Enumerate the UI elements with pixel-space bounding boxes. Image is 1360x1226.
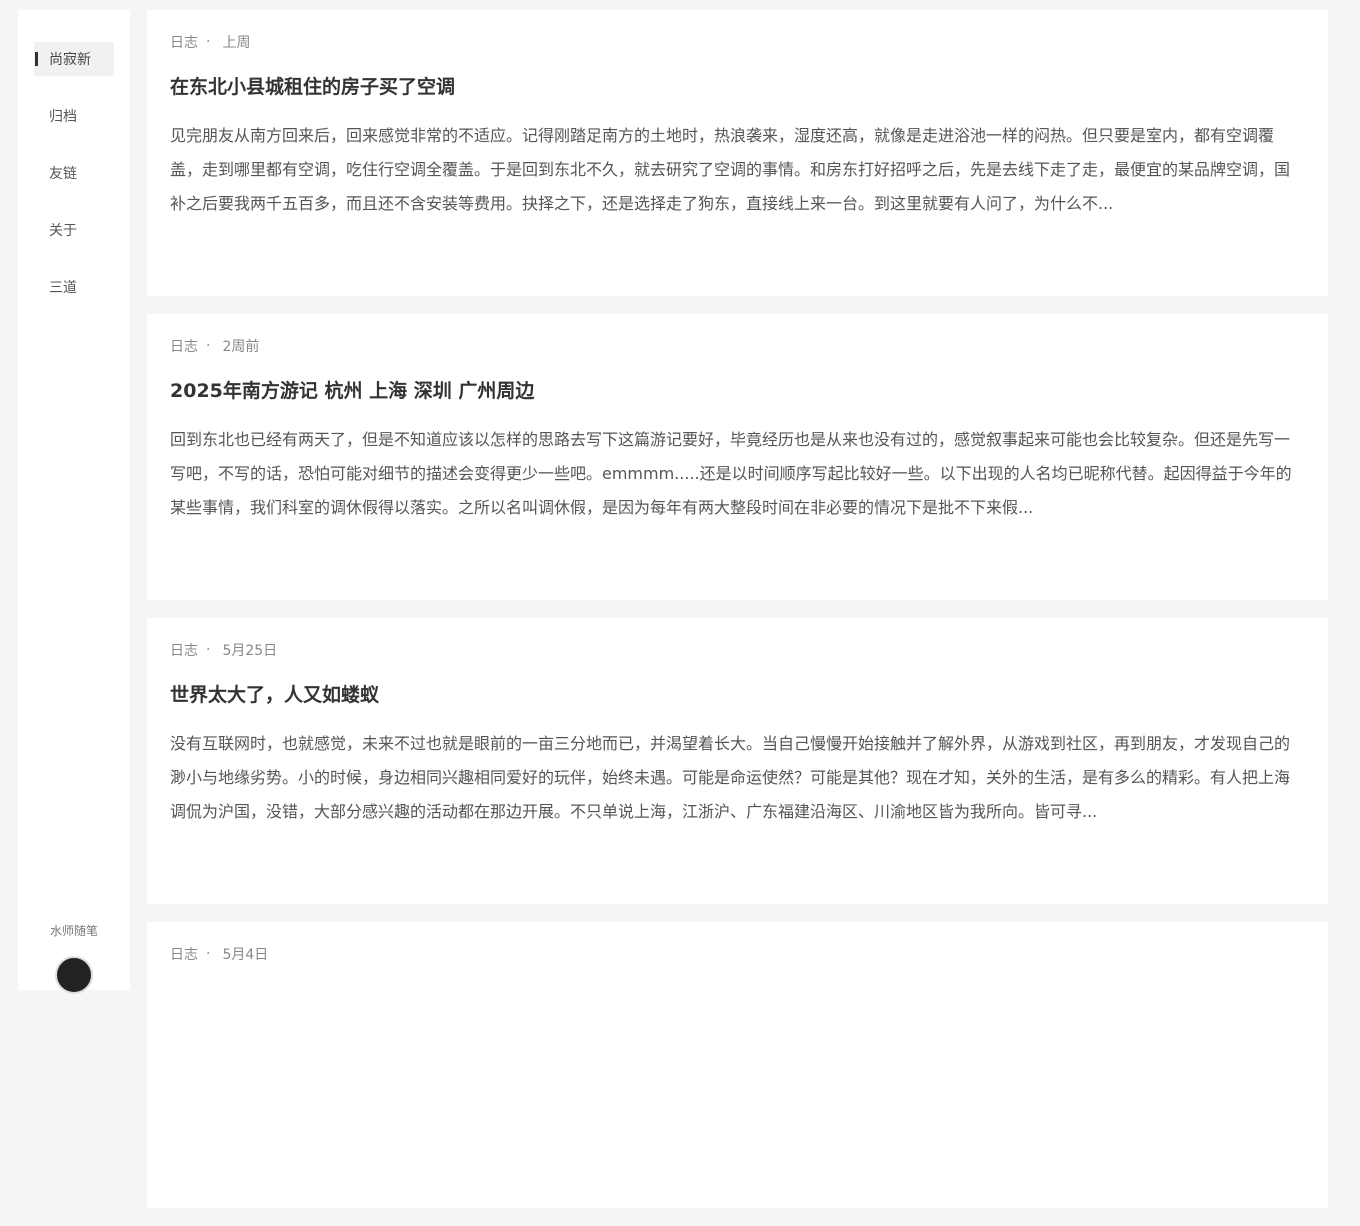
sidebar-item-archive[interactable]: 归档 <box>34 99 114 133</box>
sidebar-nav: 尚寂新 归档 友链 关于 三道 <box>34 42 114 327</box>
post-excerpt: 没有互联网时，也就感觉，未来不过也就是眼前的一亩三分地而已，并渴望着长大。当自己… <box>170 733 1291 821</box>
avatar[interactable] <box>55 956 93 994</box>
post-category[interactable]: 日志 <box>170 944 198 964</box>
post-excerpt: 见完朋友从南方回来后，回来感觉非常的不适应。记得刚踏足南方的土地时，热浪袭来，湿… <box>170 125 1291 213</box>
meta-separator: · <box>206 946 211 962</box>
post-date: 5月25日 <box>222 643 278 659</box>
post-title[interactable]: 在东北小县城租住的房子买了空调 <box>170 76 1305 99</box>
sidebar-item-home[interactable]: 尚寂新 <box>34 42 114 76</box>
post-excerpt: 回到东北也已经有两天了，但是不知道应该以怎样的思路去写下这篇游记要好，毕竟经历也… <box>170 429 1292 517</box>
post-title[interactable]: 2025年南方游记 杭州 上海 深圳 广州周边 <box>170 380 1305 403</box>
post-meta: 日志 · 5月25日 <box>170 640 1305 660</box>
meta-separator: · <box>206 34 211 50</box>
post-title[interactable]: 世界太大了，人又如蝼蚁 <box>170 684 1305 707</box>
post-card: 日志 · 2周前 2025年南方游记 杭州 上海 深圳 广州周边 回到东北也已经… <box>147 314 1328 600</box>
post-feed: 日志 · 上周 在东北小县城租住的房子买了空调 见完朋友从南方回来后，回来感觉非… <box>147 10 1328 1226</box>
post-category[interactable]: 日志 <box>170 32 198 52</box>
sidebar-item-label: 尚寂新 <box>49 52 91 68</box>
post-category[interactable]: 日志 <box>170 336 198 356</box>
site-name-label: 水师随笔 <box>49 924 98 938</box>
sidebar-item-label: 关于 <box>49 223 77 239</box>
sidebar: 尚寂新 归档 友链 关于 三道 水师随笔 <box>18 10 130 994</box>
post-date: 2周前 <box>222 339 260 355</box>
post-category[interactable]: 日志 <box>170 640 198 660</box>
post-meta: 日志 · 2周前 <box>170 336 1305 356</box>
post-meta: 日志 · 上周 <box>170 32 1305 52</box>
post-date: 上周 <box>222 35 251 51</box>
sidebar-item-label: 友链 <box>49 166 77 182</box>
sidebar-item-label: 归档 <box>49 109 77 125</box>
sidebar-item-links[interactable]: 友链 <box>34 156 114 190</box>
sidebar-item-about[interactable]: 关于 <box>34 213 114 247</box>
sidebar-item-sandao[interactable]: 三道 <box>34 270 114 304</box>
post-date: 5月4日 <box>222 947 269 963</box>
post-card: 日志 · 5月25日 世界太大了，人又如蝼蚁 没有互联网时，也就感觉，未来不过也… <box>147 618 1328 904</box>
post-card: 日志 · 5月4日 <box>147 922 1328 1208</box>
meta-separator: · <box>206 338 211 354</box>
post-card: 日志 · 上周 在东北小县城租住的房子买了空调 见完朋友从南方回来后，回来感觉非… <box>147 10 1328 296</box>
sidebar-item-label: 三道 <box>49 280 77 296</box>
meta-separator: · <box>206 642 211 658</box>
post-meta: 日志 · 5月4日 <box>170 944 1305 964</box>
